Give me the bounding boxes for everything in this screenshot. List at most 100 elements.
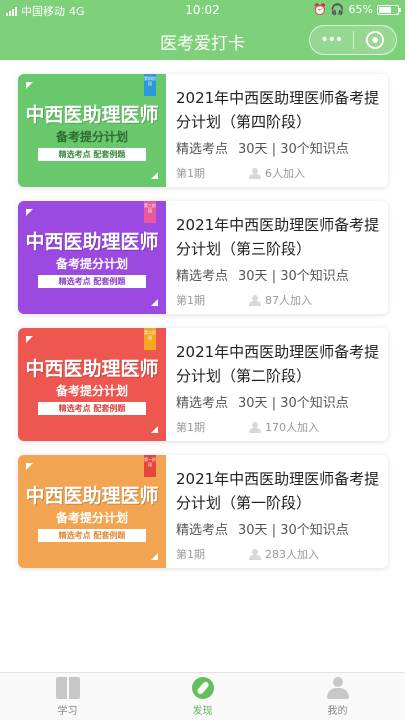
plan-cover-image: 第二阶段 中西医助理医师 备考提分计划 精选考点 配套例题 (18, 328, 166, 441)
plan-points: 30个知识点 (280, 396, 349, 411)
compass-icon (191, 677, 214, 699)
plan-list: 第四阶段 中西医助理医师 备考提分计划 精选考点 配套例题 2021年中西医助理… (18, 74, 388, 582)
cover-subtitle: 备考提分计划 (55, 130, 128, 144)
plan-footer: 第1期 87人加入 (176, 292, 382, 308)
plan-period: 第1期 (176, 548, 205, 561)
cover-stage-tag: 第二阶段 (144, 328, 156, 350)
more-button[interactable]: ••• (310, 26, 353, 54)
cover-headline: 中西医助理医师 (25, 358, 159, 380)
cover-corner-decoration (151, 553, 158, 560)
plan-card[interactable]: 第三阶段 中西医助理医师 备考提分计划 精选考点 配套例题 2021年中西医助理… (18, 201, 388, 314)
person-icon (249, 421, 261, 433)
plan-footer: 第1期 170人加入 (176, 419, 382, 435)
plan-info: 2021年中西医助理医师备考提分计划（第三阶段） 精选考点 30天 | 30个知识… (176, 201, 382, 308)
tab-label: 学习 (57, 706, 78, 717)
cover-headline: 中西医助理医师 (25, 231, 159, 253)
plan-footer: 第1期 6人加入 (176, 165, 382, 181)
tab-discover[interactable]: 发现 (135, 673, 270, 720)
status-right: ⏰ 🎧 65% (313, 3, 401, 16)
battery-icon (377, 4, 401, 15)
alarm-icon: ⏰ (313, 3, 327, 16)
plan-title: 2021年中西医助理医师备考提分计划（第四阶段） (176, 89, 380, 131)
plan-cover-image: 第一阶段 中西医助理医师 备考提分计划 精选考点 配套例题 (18, 455, 166, 568)
person-icon (249, 548, 261, 560)
user-icon (326, 677, 350, 699)
plan-joined: 87人加入 (249, 292, 312, 308)
cover-corner-decoration (151, 426, 158, 433)
tab-study[interactable]: 学习 (0, 673, 135, 720)
person-icon (249, 167, 261, 179)
plan-card[interactable]: 第二阶段 中西医助理医师 备考提分计划 精选考点 配套例题 2021年中西医助理… (18, 328, 388, 441)
battery-level (379, 6, 391, 13)
cover-subtitle: 备考提分计划 (55, 257, 128, 271)
plan-period: 第1期 (176, 421, 205, 434)
plan-points: 30个知识点 (280, 142, 349, 157)
plan-meta: 精选考点 30天 | 30个知识点 (176, 269, 349, 284)
plan-type: 精选考点 (176, 269, 229, 284)
joined-count: 170人加入 (265, 421, 319, 434)
cover-headline: 中西医助理医师 (25, 485, 159, 507)
plan-title: 2021年中西医助理医师备考提分计划（第一阶段） (176, 470, 380, 512)
tab-label: 我的 (327, 706, 348, 717)
cover-stage-tag: 第四阶段 (144, 74, 156, 96)
cover-strip: 精选考点 配套例题 (38, 148, 146, 161)
plan-info: 2021年中西医助理医师备考提分计划（第二阶段） 精选考点 30天 | 30个知识… (176, 328, 382, 435)
plan-days: 30天 (238, 396, 268, 411)
plan-period: 第1期 (176, 167, 205, 180)
joined-count: 283人加入 (265, 548, 319, 561)
plan-meta: 精选考点 30天 | 30个知识点 (176, 523, 349, 538)
plan-card[interactable]: 第四阶段 中西医助理医师 备考提分计划 精选考点 配套例题 2021年中西医助理… (18, 74, 388, 187)
plan-cover-image: 第三阶段 中西医助理医师 备考提分计划 精选考点 配套例题 (18, 201, 166, 314)
ring-close-icon (365, 31, 384, 49)
plan-meta: 精选考点 30天 | 30个知识点 (176, 142, 349, 157)
plan-days: 30天 (238, 142, 268, 157)
plan-footer: 第1期 283人加入 (176, 546, 382, 562)
cover-subtitle: 备考提分计划 (55, 384, 128, 398)
cover-strip: 精选考点 配套例题 (38, 275, 146, 288)
joined-count: 6人加入 (265, 167, 305, 180)
plan-info: 2021年中西医助理医师备考提分计划（第一阶段） 精选考点 30天 | 30个知识… (176, 455, 382, 562)
cover-corner-decoration (26, 336, 33, 343)
plan-days: 30天 (238, 523, 268, 538)
tab-mine[interactable]: 我的 (270, 673, 405, 720)
cover-subtitle: 备考提分计划 (55, 511, 128, 525)
cover-stage-tag: 第三阶段 (144, 201, 156, 223)
plan-meta: 精选考点 30天 | 30个知识点 (176, 396, 349, 411)
tab-label: 发现 (192, 706, 213, 717)
book-icon (55, 677, 80, 699)
close-button[interactable] (354, 26, 397, 54)
plan-days: 30天 (238, 269, 268, 284)
plan-title: 2021年中西医助理医师备考提分计划（第三阶段） (176, 216, 380, 258)
cover-corner-decoration (151, 299, 158, 306)
cover-corner-decoration (26, 463, 33, 470)
tab-bar: 学习 发现 我的 (0, 672, 405, 720)
cover-strip: 精选考点 配套例题 (38, 402, 146, 415)
cover-corner-decoration (151, 172, 158, 179)
status-bar: 中国移动 4G 10:02 ⏰ 🎧 65% (0, 0, 405, 20)
plan-title: 2021年中西医助理医师备考提分计划（第二阶段） (176, 343, 380, 385)
nav-bar: 医考爱打卡 ••• (0, 20, 405, 60)
cover-corner-decoration (26, 209, 33, 216)
more-dots-icon: ••• (320, 32, 343, 48)
plan-type: 精选考点 (176, 396, 229, 411)
plan-joined: 283人加入 (249, 546, 319, 562)
plan-points: 30个知识点 (280, 523, 349, 538)
plan-joined: 6人加入 (249, 165, 305, 181)
plan-joined: 170人加入 (249, 419, 319, 435)
plan-info: 2021年中西医助理医师备考提分计划（第四阶段） 精选考点 30天 | 30个知识… (176, 74, 382, 181)
person-icon (249, 294, 261, 306)
cover-headline: 中西医助理医师 (25, 104, 159, 126)
battery-percent: 65% (348, 3, 373, 16)
joined-count: 87人加入 (265, 294, 312, 307)
plan-cover-image: 第四阶段 中西医助理医师 备考提分计划 精选考点 配套例题 (18, 74, 166, 187)
cover-stage-tag: 第一阶段 (144, 455, 156, 477)
plan-points: 30个知识点 (280, 269, 349, 284)
plan-type: 精选考点 (176, 523, 229, 538)
plan-period: 第1期 (176, 294, 205, 307)
plan-type: 精选考点 (176, 142, 229, 157)
cover-corner-decoration (26, 82, 33, 89)
headphones-icon: 🎧 (330, 3, 345, 16)
plan-card[interactable]: 第一阶段 中西医助理医师 备考提分计划 精选考点 配套例题 2021年中西医助理… (18, 455, 388, 568)
mini-program-capsule: ••• (309, 25, 397, 55)
cover-strip: 精选考点 配套例题 (38, 529, 146, 542)
